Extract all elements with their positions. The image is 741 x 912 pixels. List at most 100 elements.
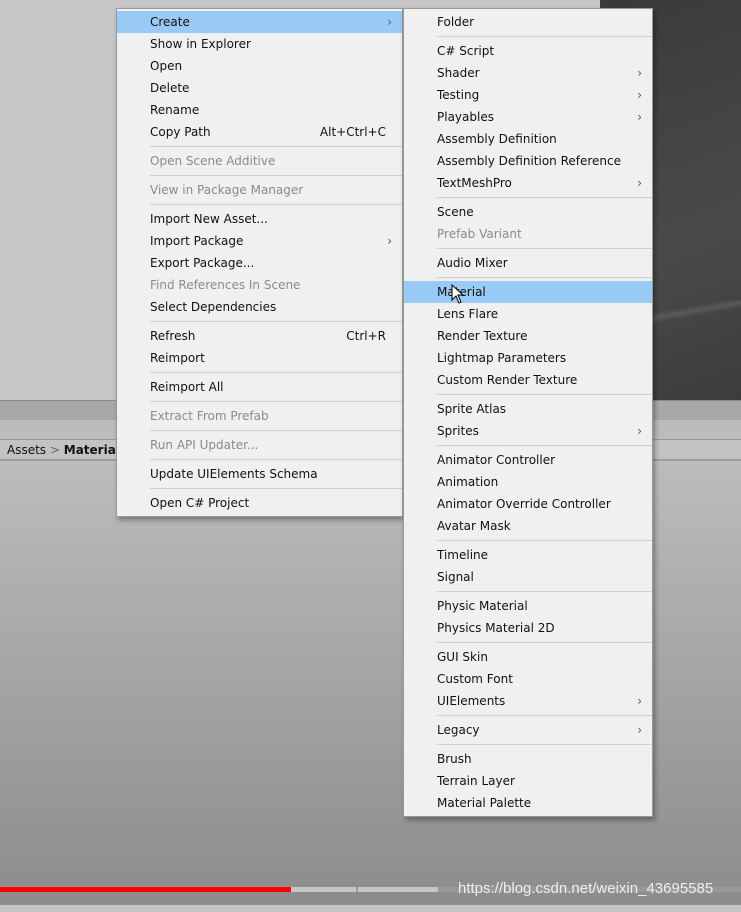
breadcrumb-assets[interactable]: Assets — [7, 443, 46, 457]
menu-separator — [404, 442, 652, 449]
menu-item-create[interactable]: Create › — [117, 11, 402, 33]
menu-item-shader[interactable]: Shader › — [404, 62, 652, 84]
chevron-right-icon: › — [637, 723, 642, 737]
menu-item-open-scene-additive: Open Scene Additive — [117, 150, 402, 172]
menu-item-scene[interactable]: Scene — [404, 201, 652, 223]
chevron-right-icon: › — [387, 234, 392, 248]
menu-separator — [404, 391, 652, 398]
menu-separator — [117, 318, 402, 325]
menu-item-delete[interactable]: Delete — [117, 77, 402, 99]
menu-item-copy-path[interactable]: Copy Path Alt+Ctrl+C — [117, 121, 402, 143]
menu-item-label: Material Palette — [437, 796, 532, 810]
menu-item-label: Animator Override Controller — [437, 497, 611, 511]
menu-separator — [117, 456, 402, 463]
menu-item-label: Signal — [437, 570, 474, 584]
menu-item-view-in-package-manager: View in Package Manager — [117, 179, 402, 201]
menu-item-terrain-layer[interactable]: Terrain Layer — [404, 770, 652, 792]
menu-item-animation[interactable]: Animation — [404, 471, 652, 493]
menu-item-label: Find References In Scene — [150, 278, 301, 292]
chevron-right-icon: › — [637, 88, 642, 102]
menu-item-folder[interactable]: Folder — [404, 11, 652, 33]
mouse-cursor-icon — [451, 284, 465, 304]
chevron-right-icon: › — [637, 110, 642, 124]
menu-item-material-palette[interactable]: Material Palette — [404, 792, 652, 814]
menu-item-custom-render-texture[interactable]: Custom Render Texture — [404, 369, 652, 391]
menu-separator — [404, 274, 652, 281]
context-menu: Create › Show in Explorer Open Delete Rename C… — [116, 8, 403, 517]
menu-item-brush[interactable]: Brush — [404, 748, 652, 770]
menu-item-textmeshpro[interactable]: TextMeshPro › — [404, 172, 652, 194]
create-submenu: Folder C# Script Shader › Testing › Playables ›… — [403, 8, 653, 817]
menu-item-reimport-all[interactable]: Reimport All — [117, 376, 402, 398]
shortcut-label: Ctrl+R — [346, 329, 386, 343]
menu-item-label: Reimport — [150, 351, 205, 365]
menu-separator — [117, 369, 402, 376]
watermark: https://blog.csdn.net/weixin_43695585 — [458, 880, 714, 897]
menu-item-label: Animator Controller — [437, 453, 556, 467]
menu-item-label: Open — [150, 59, 183, 73]
menu-item-label: Lightmap Parameters — [437, 351, 567, 365]
menu-separator — [404, 33, 652, 40]
menu-item-assembly-definition[interactable]: Assembly Definition — [404, 128, 652, 150]
menu-item-export-package[interactable]: Export Package... — [117, 252, 402, 274]
menu-item-open-c-project[interactable]: Open C# Project — [117, 492, 402, 514]
menu-separator — [117, 398, 402, 405]
menu-item-physics-material-2d[interactable]: Physics Material 2D — [404, 617, 652, 639]
menu-separator — [404, 712, 652, 719]
menu-item-find-references-in-scene: Find References In Scene — [117, 274, 402, 296]
menu-item-label: Import Package — [150, 234, 244, 248]
menu-item-open[interactable]: Open — [117, 55, 402, 77]
chevron-right-icon: › — [637, 694, 642, 708]
menu-item-label: Open C# Project — [150, 496, 250, 510]
menu-item-lightmap-parameters[interactable]: Lightmap Parameters — [404, 347, 652, 369]
menu-item-sprite-atlas[interactable]: Sprite Atlas — [404, 398, 652, 420]
menu-item-avatar-mask[interactable]: Avatar Mask — [404, 515, 652, 537]
menu-item-label: Reimport All — [150, 380, 224, 394]
chevron-right-icon: > — [49, 443, 64, 457]
menu-item-import-package[interactable]: Import Package › — [117, 230, 402, 252]
menu-item-show-in-explorer[interactable]: Show in Explorer — [117, 33, 402, 55]
menu-item-label: View in Package Manager — [150, 183, 304, 197]
menu-item-label: Refresh — [150, 329, 196, 343]
menu-item-label: Update UIElements Schema — [150, 467, 318, 481]
menu-item-physic-material[interactable]: Physic Material — [404, 595, 652, 617]
menu-item-material[interactable]: Material — [404, 281, 652, 303]
menu-item-c-script[interactable]: C# Script — [404, 40, 652, 62]
menu-item-animator-override-controller[interactable]: Animator Override Controller — [404, 493, 652, 515]
menu-item-label: GUI Skin — [437, 650, 488, 664]
menu-item-import-new-asset[interactable]: Import New Asset... — [117, 208, 402, 230]
menu-item-label: UIElements — [437, 694, 506, 708]
menu-item-playables[interactable]: Playables › — [404, 106, 652, 128]
menu-item-uielements[interactable]: UIElements › — [404, 690, 652, 712]
menu-item-label: Extract From Prefab — [150, 409, 269, 423]
menu-item-label: Playables — [437, 110, 494, 124]
menu-item-sprites[interactable]: Sprites › — [404, 420, 652, 442]
menu-item-custom-font[interactable]: Custom Font — [404, 668, 652, 690]
menu-item-animator-controller[interactable]: Animator Controller — [404, 449, 652, 471]
menu-item-reimport[interactable]: Reimport — [117, 347, 402, 369]
menu-separator — [404, 741, 652, 748]
menu-item-legacy[interactable]: Legacy › — [404, 719, 652, 741]
menu-item-label: TextMeshPro — [437, 176, 512, 190]
menu-item-gui-skin[interactable]: GUI Skin — [404, 646, 652, 668]
menu-item-select-dependencies[interactable]: Select Dependencies — [117, 296, 402, 318]
menu-item-signal[interactable]: Signal — [404, 566, 652, 588]
menu-item-testing[interactable]: Testing › — [404, 84, 652, 106]
menu-item-rename[interactable]: Rename — [117, 99, 402, 121]
menu-item-extract-from-prefab: Extract From Prefab — [117, 405, 402, 427]
menu-item-assembly-definition-reference[interactable]: Assembly Definition Reference — [404, 150, 652, 172]
menu-separator — [404, 245, 652, 252]
chevron-right-icon: › — [637, 424, 642, 438]
menu-item-label: Timeline — [437, 548, 489, 562]
menu-item-label: Custom Font — [437, 672, 513, 686]
menu-item-timeline[interactable]: Timeline — [404, 544, 652, 566]
chevron-right-icon: › — [387, 15, 392, 29]
menu-item-refresh[interactable]: Refresh Ctrl+R — [117, 325, 402, 347]
menu-item-label: Brush — [437, 752, 472, 766]
progress-buffered — [291, 887, 356, 892]
menu-item-lens-flare[interactable]: Lens Flare — [404, 303, 652, 325]
menu-item-update-uielements-schema[interactable]: Update UIElements Schema — [117, 463, 402, 485]
chevron-right-icon: › — [637, 66, 642, 80]
menu-item-audio-mixer[interactable]: Audio Mixer — [404, 252, 652, 274]
menu-item-render-texture[interactable]: Render Texture — [404, 325, 652, 347]
